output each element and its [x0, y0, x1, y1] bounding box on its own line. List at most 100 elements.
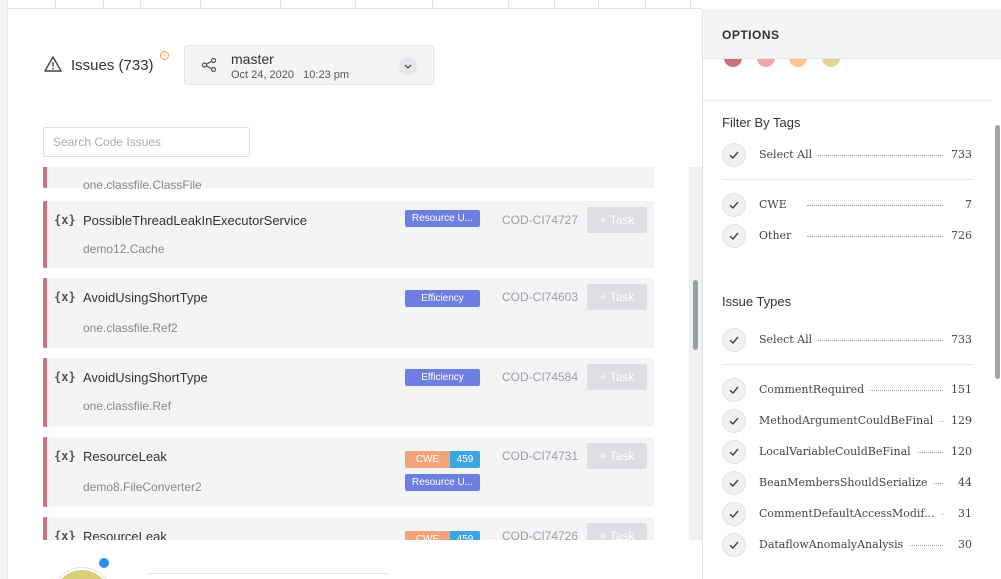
dotted-leader	[807, 236, 943, 237]
checkbox-checked-icon[interactable]	[722, 378, 746, 402]
checkbox-checked-icon[interactable]	[722, 409, 746, 433]
filter-count: 7	[965, 198, 972, 211]
top-tab-divider	[690, 0, 691, 9]
checkbox-checked-icon[interactable]	[722, 471, 746, 495]
cwe-badge-label: CWE	[405, 451, 450, 468]
issue-path: demo8.FileConverter2	[83, 480, 202, 494]
tag-badge: Resource U...	[405, 474, 480, 491]
tag-badge: Efficiency	[405, 290, 480, 307]
top-tab-divider	[355, 0, 356, 9]
options-header: OPTIONS	[703, 9, 1001, 59]
add-task-button[interactable]: + Task	[587, 443, 647, 469]
cwe-badge: CWE 459	[405, 451, 480, 468]
filter-label: BeanMembersShouldSerialize	[759, 476, 934, 489]
add-task-button[interactable]: + Task	[587, 523, 647, 540]
options-scrollbar-thumb[interactable]	[995, 125, 1000, 379]
top-tab-divider	[200, 0, 201, 9]
top-tab-divider	[280, 0, 281, 9]
cwe-badge: CWE 459	[405, 531, 480, 540]
search-input[interactable]	[43, 127, 250, 157]
filter-count: 129	[951, 414, 972, 427]
issue-card[interactable]: {x} AvoidUsingShortType one.classfile.Re…	[43, 358, 654, 427]
top-tab-divider	[432, 0, 433, 9]
issue-path: demo12.Cache	[83, 242, 165, 256]
branch-timestamp: Oct 24, 2020 10:23 pm	[231, 69, 349, 81]
info-icon[interactable]: i	[160, 51, 169, 60]
issue-rule: AvoidUsingShortType	[83, 290, 208, 305]
filter-label: Select All	[759, 333, 819, 346]
issue-card[interactable]: one.classfile.ClassFile	[43, 167, 654, 192]
filter-count: 151	[951, 383, 972, 396]
code-bracket-icon: {x}	[54, 290, 76, 304]
code-bracket-icon: {x}	[54, 449, 76, 463]
checkbox-checked-icon[interactable]	[722, 224, 746, 248]
code-bracket-icon: {x}	[54, 370, 76, 384]
page-title: Issues (733)	[71, 57, 154, 74]
options-scrollbar[interactable]	[992, 59, 1001, 579]
add-task-button[interactable]: + Task	[587, 207, 647, 233]
filter-count: 44	[958, 476, 972, 489]
issue-id: COD-CI74731	[502, 449, 579, 463]
add-task-button[interactable]: + Task	[587, 284, 647, 310]
issue-rule: ResourceLeak	[83, 449, 167, 464]
filter-label: Other	[759, 229, 798, 242]
filter-count: 733	[951, 333, 972, 346]
divider	[722, 364, 974, 365]
branch-icon	[201, 57, 217, 73]
filter-label: LocalVariableCouldBeFinal	[759, 445, 917, 458]
cwe-badge-label: CWE	[405, 531, 450, 540]
left-strip	[0, 0, 8, 579]
filter-label: MethodArgumentCouldBeFinal	[759, 414, 940, 427]
branch-date: Oct 24, 2020	[231, 69, 294, 81]
issue-id: COD-CI74727	[502, 213, 579, 227]
issue-path: one.classfile.ClassFile	[83, 178, 202, 192]
top-tab-divider	[140, 0, 141, 9]
issue-card[interactable]: {x} PossibleThreadLeakInExecutorService …	[43, 201, 654, 268]
checkbox-checked-icon[interactable]	[722, 328, 746, 352]
issues-scrollbar-thumb[interactable]	[693, 280, 698, 350]
cwe-badge-count: 459	[450, 451, 480, 468]
filter-count: 31	[958, 507, 972, 520]
issues-scrollbar[interactable]	[689, 167, 702, 540]
filter-count: 30	[958, 538, 972, 551]
divider	[722, 179, 974, 180]
filter-label: CWE	[759, 198, 793, 211]
checkbox-checked-icon[interactable]	[722, 440, 746, 464]
top-tab-divider	[645, 0, 646, 9]
top-tab-divider	[55, 0, 56, 9]
checkbox-checked-icon[interactable]	[722, 143, 746, 167]
filter-label: DataflowAnomalyAnalysis	[759, 538, 910, 551]
top-tab-divider	[598, 0, 599, 9]
top-tab-divider	[554, 0, 555, 9]
filter-label: CommentDefaultAccessModif...	[759, 507, 941, 520]
chevron-down-icon[interactable]	[399, 57, 417, 75]
dotted-leader	[807, 155, 943, 156]
filter-count: 120	[951, 445, 972, 458]
issue-card[interactable]: {x} ResourceLeak CWE 459 COD-CI74726 + T…	[43, 517, 654, 540]
tag-badge: Efficiency	[405, 369, 480, 386]
issue-rule: ResourceLeak	[83, 529, 167, 540]
bottom-tool-strip	[148, 573, 388, 579]
issue-id: COD-CI74603	[502, 290, 579, 304]
add-task-button[interactable]: + Task	[587, 364, 647, 390]
top-tab-bar	[8, 0, 702, 9]
branch-selector[interactable]: master Oct 24, 2020 10:23 pm	[184, 45, 434, 85]
notification-dot	[99, 558, 109, 568]
dotted-leader	[807, 205, 943, 206]
warning-icon	[44, 56, 62, 72]
issue-id: COD-CI74584	[502, 370, 579, 384]
filter-by-tags-title: Filter By Tags	[722, 115, 801, 130]
checkbox-checked-icon[interactable]	[722, 533, 746, 557]
issue-rule: AvoidUsingShortType	[83, 370, 208, 385]
issue-rule: PossibleThreadLeakInExecutorService	[83, 213, 308, 228]
issue-card[interactable]: {x} AvoidUsingShortType one.classfile.Re…	[43, 278, 654, 348]
options-panel: OPTIONS Filter By Tags Select All 733 CWE 7…	[702, 9, 1001, 579]
top-tab-divider	[103, 0, 104, 9]
checkbox-checked-icon[interactable]	[722, 502, 746, 526]
code-bracket-icon: {x}	[54, 529, 76, 540]
checkbox-checked-icon[interactable]	[722, 193, 746, 217]
options-title: OPTIONS	[722, 28, 780, 42]
top-tab-divider	[508, 0, 509, 9]
issue-card[interactable]: {x} ResourceLeak demo8.FileConverter2 CW…	[43, 437, 654, 507]
branch-time: 10:23 pm	[303, 69, 350, 81]
